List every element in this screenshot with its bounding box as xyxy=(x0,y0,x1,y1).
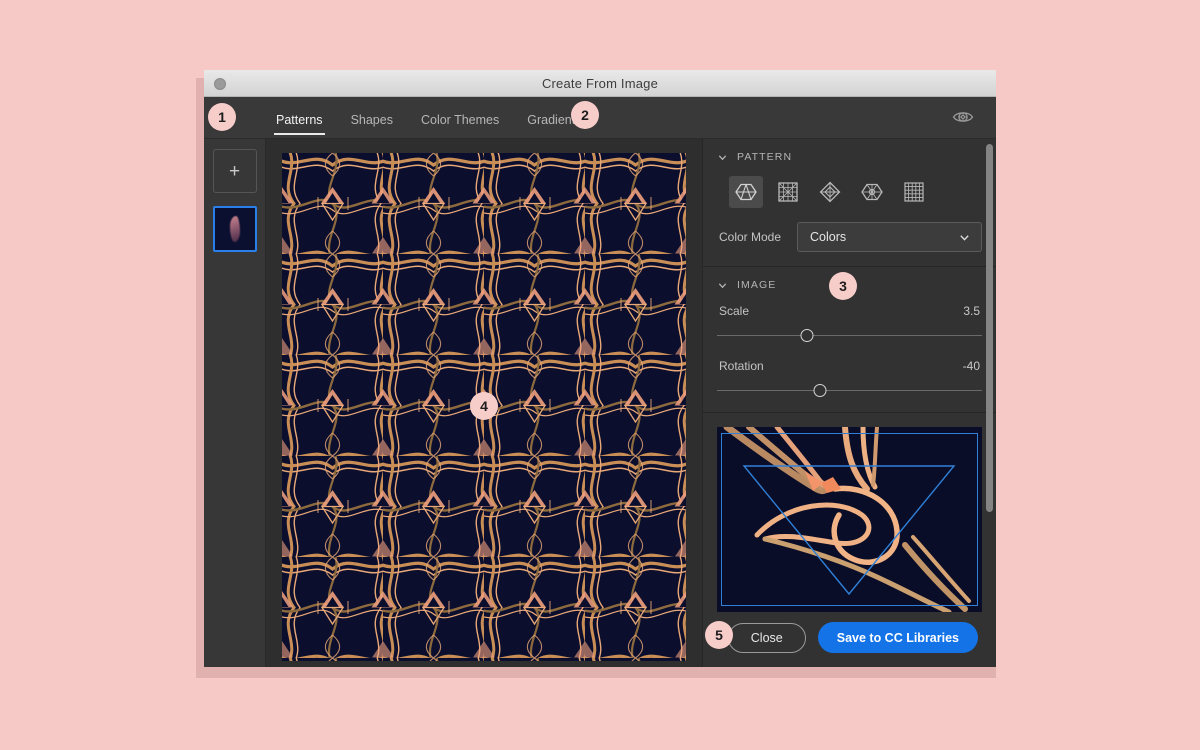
annotation-badge-4: 4 xyxy=(470,392,498,420)
hexagon-burst-pattern-icon[interactable] xyxy=(855,176,889,208)
close-button[interactable]: Close xyxy=(727,622,806,653)
pattern-type-options xyxy=(717,176,982,208)
chevron-down-icon xyxy=(718,282,727,288)
annotation-badge-4-wrapper: 4 xyxy=(470,392,498,420)
settings-panel: PATTERN Color Mode Colors IMAGE Scale 3.… xyxy=(703,139,996,667)
tab-shapes[interactable]: Shapes xyxy=(351,113,393,138)
source-image-thumbnail[interactable] xyxy=(212,206,257,252)
pattern-section-header[interactable]: PATTERN xyxy=(717,151,982,163)
tab-color-themes[interactable]: Color Themes xyxy=(421,113,499,138)
scale-slider-block: Scale 3.5 xyxy=(717,304,982,343)
scale-slider-track[interactable] xyxy=(717,329,982,343)
window-body: + 4 PATTERN Color Mode Colors IMAGE Scal… xyxy=(204,139,996,667)
rotation-label: Rotation xyxy=(719,359,764,373)
scale-label: Scale xyxy=(719,304,750,318)
source-images-rail: + xyxy=(204,139,266,667)
color-mode-value: Colors xyxy=(810,230,847,244)
save-to-cc-libraries-button[interactable]: Save to CC Libraries xyxy=(817,622,978,653)
pattern-section-title: PATTERN xyxy=(737,151,793,163)
rotation-slider-knob[interactable] xyxy=(813,384,827,397)
rotation-slider-track[interactable] xyxy=(717,384,982,398)
rotation-value: -40 xyxy=(962,359,980,373)
annotation-badge-3: 3 xyxy=(829,272,857,300)
thumbnail-preview xyxy=(229,216,240,242)
right-panel-scrollbar[interactable] xyxy=(986,144,993,512)
window-title: Create From Image xyxy=(541,75,659,91)
preview-section xyxy=(703,413,996,612)
tab-patterns[interactable]: Patterns xyxy=(274,113,325,138)
add-image-button[interactable]: + xyxy=(212,149,257,193)
rotation-slider-line xyxy=(717,390,982,391)
tab-bar: Patterns Shapes Color Themes Gradients xyxy=(204,97,996,139)
rotation-slider-labels: Rotation -40 xyxy=(717,359,982,373)
scale-slider-labels: Scale 3.5 xyxy=(717,304,982,318)
annotation-badge-1: 1 xyxy=(208,103,236,131)
scale-slider-line xyxy=(717,335,982,336)
hexagon-pie-pattern-icon[interactable] xyxy=(729,176,763,208)
annotation-badge-5: 5 xyxy=(705,621,733,649)
scale-value: 3.5 xyxy=(963,304,980,318)
chevron-down-icon xyxy=(960,234,969,241)
crop-frame xyxy=(721,433,978,606)
window-close-button[interactable] xyxy=(214,78,226,90)
chevron-down-icon xyxy=(718,154,727,160)
canvas-area: 4 xyxy=(266,139,703,667)
annotation-badge-2: 2 xyxy=(571,101,599,129)
rotation-slider-block: Rotation -40 xyxy=(717,359,982,398)
color-mode-row: Color Mode Colors xyxy=(717,222,982,252)
create-from-image-window: Create From Image Patterns Shapes Color … xyxy=(204,70,996,667)
color-mode-label: Color Mode xyxy=(719,230,782,244)
plus-icon: + xyxy=(228,160,241,182)
color-mode-select[interactable]: Colors xyxy=(797,222,982,252)
diamond-pattern-icon[interactable] xyxy=(813,176,847,208)
square-radial-pattern-icon[interactable] xyxy=(771,176,805,208)
scale-slider-knob[interactable] xyxy=(800,329,814,342)
pattern-preview-canvas[interactable]: 4 xyxy=(282,153,686,661)
pattern-section: PATTERN Color Mode Colors xyxy=(703,139,996,267)
eye-icon[interactable] xyxy=(952,106,974,128)
image-crop-preview[interactable] xyxy=(717,427,982,612)
tab-list: Patterns Shapes Color Themes Gradients xyxy=(274,97,609,138)
image-section-title: IMAGE xyxy=(737,279,777,291)
triangle-overlay xyxy=(742,465,956,596)
grid-pattern-icon[interactable] xyxy=(897,176,931,208)
footer-buttons: Close Save to CC Libraries xyxy=(703,612,996,667)
window-titlebar: Create From Image xyxy=(204,70,996,97)
